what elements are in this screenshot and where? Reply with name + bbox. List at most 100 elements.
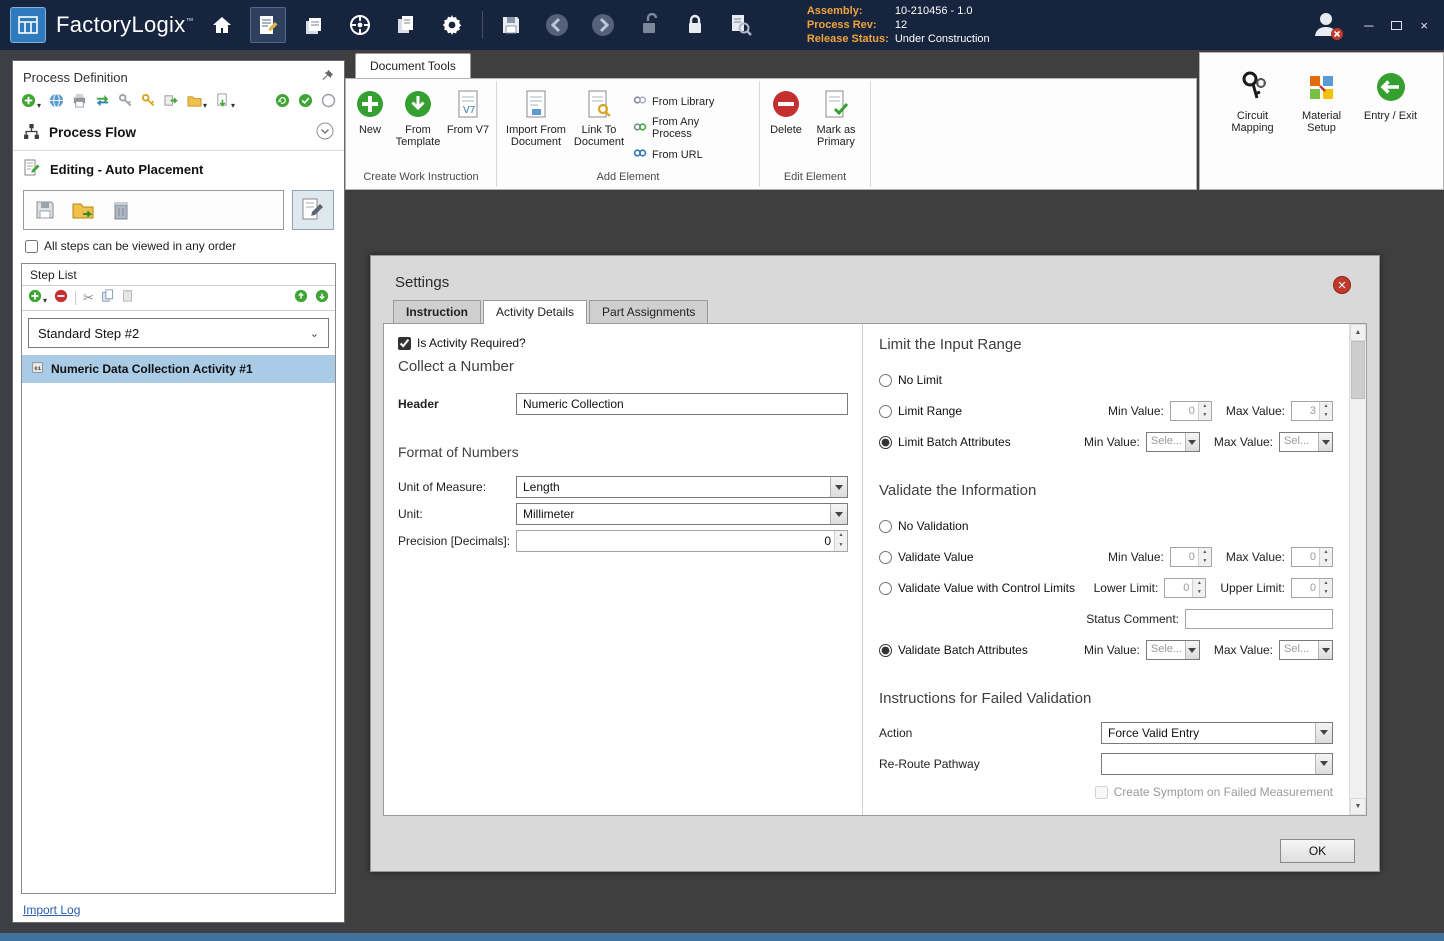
tab-activity-details[interactable]: Activity Details <box>483 300 587 324</box>
spin-up-icon[interactable]: ▲ <box>835 531 847 541</box>
precision-spinner[interactable]: 0 ▲▼ <box>516 530 848 552</box>
validate-control-limits-radio[interactable] <box>879 582 892 595</box>
dialog-close-button[interactable]: ✕ <box>1333 276 1351 294</box>
documents-icon[interactable] <box>388 7 424 43</box>
spin-up-icon[interactable]: ▲ <box>1199 548 1211 557</box>
validate-batch-max-select[interactable]: Sel... <box>1279 640 1333 660</box>
ok-button[interactable]: OK <box>1280 839 1355 863</box>
unlock-icon[interactable] <box>631 7 667 43</box>
settings-gear-icon[interactable] <box>434 7 470 43</box>
link-to-document-button[interactable]: Link To Document <box>571 83 627 148</box>
tab-document-tools[interactable]: Document Tools <box>355 53 471 78</box>
reroute-pathway-select[interactable] <box>1101 753 1333 775</box>
status-comment-input[interactable] <box>1185 609 1333 629</box>
action-select[interactable]: Force Valid Entry <box>1101 722 1333 744</box>
save-icon[interactable] <box>493 7 529 43</box>
header-input[interactable] <box>516 393 848 415</box>
delete-element-button[interactable]: Delete <box>764 83 808 136</box>
spin-down-icon[interactable]: ▼ <box>1320 411 1332 420</box>
spin-down-icon[interactable]: ▼ <box>835 541 847 551</box>
spin-up-icon[interactable]: ▲ <box>1320 402 1332 411</box>
from-url-button[interactable]: From URL <box>633 146 733 163</box>
delete-document-button[interactable] <box>106 195 136 225</box>
import-template-button[interactable] <box>68 195 98 225</box>
spin-down-icon[interactable]: ▼ <box>1320 557 1332 566</box>
create-symptom-checkbox[interactable] <box>1095 786 1108 799</box>
cut-icon[interactable]: ✂ <box>83 290 94 306</box>
move-up-icon[interactable] <box>294 289 308 308</box>
spin-up-icon[interactable]: ▲ <box>1320 548 1332 557</box>
material-setup-button[interactable]: Material Setup <box>1287 67 1356 134</box>
web-icon[interactable] <box>49 93 64 113</box>
entry-exit-button[interactable]: Entry / Exit <box>1356 67 1425 122</box>
steps-any-order-checkbox[interactable] <box>25 240 38 253</box>
new-button[interactable]: New <box>350 83 390 136</box>
process-definition-icon[interactable] <box>250 7 286 43</box>
copy-icon[interactable] <box>101 289 114 307</box>
paste-icon[interactable] <box>121 289 134 307</box>
minimize-button[interactable]: ─ <box>1364 18 1373 33</box>
spin-up-icon[interactable]: ▲ <box>1193 579 1205 588</box>
scroll-up-icon[interactable]: ▲ <box>1350 324 1366 341</box>
edit-step-button[interactable] <box>292 190 334 230</box>
upper-limit-spinner[interactable]: 0▲▼ <box>1291 578 1333 598</box>
no-validation-radio[interactable] <box>879 520 892 533</box>
spin-down-icon[interactable]: ▼ <box>1199 557 1211 566</box>
templates-icon[interactable] <box>296 7 332 43</box>
pin-icon[interactable] <box>321 69 334 85</box>
folder-sync-icon[interactable]: ▾ <box>187 93 207 113</box>
spin-up-icon[interactable]: ▲ <box>1199 402 1211 411</box>
validate-value-min-spinner[interactable]: 0▲▼ <box>1170 547 1212 567</box>
from-v7-button[interactable]: V7 From V7 <box>446 83 490 136</box>
scrollbar-track[interactable] <box>1350 399 1366 798</box>
maximize-button[interactable] <box>1391 21 1402 30</box>
circuit-mapping-button[interactable]: Circuit Mapping <box>1218 67 1287 134</box>
validate-batch-attributes-radio[interactable] <box>879 644 892 657</box>
tab-instruction[interactable]: Instruction <box>393 300 481 323</box>
forward-icon[interactable] <box>585 7 621 43</box>
print-icon[interactable] <box>72 93 87 113</box>
import-log-link[interactable]: Import Log <box>23 903 80 917</box>
limit-range-max-spinner[interactable]: 3▲▼ <box>1291 401 1333 421</box>
scroll-down-icon[interactable]: ▼ <box>1350 798 1366 815</box>
dialog-scrollbar[interactable]: ▲ ▼ <box>1349 324 1366 815</box>
validate-batch-min-select[interactable]: Sele... <box>1146 640 1200 660</box>
move-down-icon[interactable] <box>315 289 329 308</box>
lock-icon[interactable] <box>677 7 713 43</box>
save-document-button[interactable] <box>30 195 60 225</box>
limit-range-min-spinner[interactable]: 0▲▼ <box>1170 401 1212 421</box>
from-template-button[interactable]: From Template <box>390 83 446 148</box>
spin-down-icon[interactable]: ▼ <box>1199 411 1211 420</box>
step-select[interactable]: Standard Step #2 ⌄ <box>28 318 329 348</box>
add-step-icon[interactable]: ▾ <box>28 289 47 308</box>
spin-down-icon[interactable]: ▼ <box>1320 588 1332 597</box>
lower-limit-spinner[interactable]: 0▲▼ <box>1164 578 1206 598</box>
scrollbar-thumb[interactable] <box>1351 341 1365 399</box>
close-button[interactable]: × <box>1420 18 1428 33</box>
validate-icon[interactable] <box>298 93 313 113</box>
from-any-process-button[interactable]: From Any Process <box>633 116 733 140</box>
remove-step-icon[interactable] <box>54 289 68 308</box>
home-icon[interactable] <box>204 7 240 43</box>
activity-required-checkbox[interactable] <box>398 337 411 350</box>
limit-batch-max-select[interactable]: Sel... <box>1279 432 1333 452</box>
import-from-document-button[interactable]: Import From Document <box>501 83 571 148</box>
inactive-status-icon[interactable] <box>321 93 336 113</box>
user-status-icon[interactable] <box>1310 8 1344 42</box>
import-document-icon[interactable]: ▾ <box>215 93 235 113</box>
limit-batch-min-select[interactable]: Sele... <box>1146 432 1200 452</box>
export-icon[interactable] <box>164 93 179 113</box>
limit-batch-attributes-radio[interactable] <box>879 436 892 449</box>
spin-up-icon[interactable]: ▲ <box>1320 579 1332 588</box>
key-icon[interactable] <box>118 93 133 113</box>
list-item-numeric-activity[interactable]: 01 Numeric Data Collection Activity #1 <box>22 355 335 383</box>
tab-part-assignments[interactable]: Part Assignments <box>589 300 708 323</box>
from-library-button[interactable]: From Library <box>633 93 733 110</box>
validate-value-max-spinner[interactable]: 0▲▼ <box>1291 547 1333 567</box>
no-limit-radio[interactable] <box>879 374 892 387</box>
mark-as-primary-button[interactable]: Mark as Primary <box>808 83 864 148</box>
navigation-icon[interactable] <box>342 7 378 43</box>
unit-of-measure-select[interactable]: Length <box>516 476 848 498</box>
collapse-section-icon[interactable] <box>316 122 334 143</box>
sync-process-icon[interactable] <box>95 93 110 113</box>
